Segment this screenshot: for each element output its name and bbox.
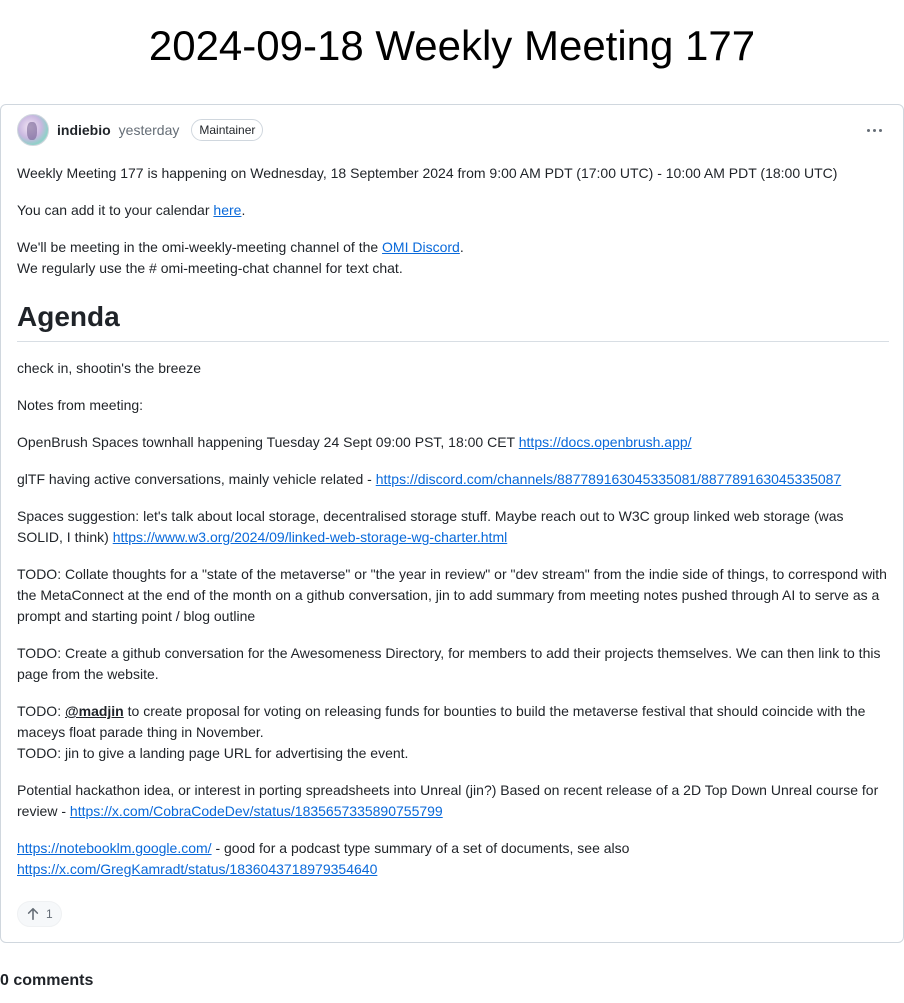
intro-text: Weekly Meeting 177 is happening on Wedne…: [17, 165, 838, 181]
author-name[interactable]: indiebio: [57, 122, 111, 138]
discord-link[interactable]: OMI Discord: [382, 239, 460, 255]
gltf-link[interactable]: https://discord.com/channels/88778916304…: [376, 471, 842, 487]
notebook-link[interactable]: https://notebooklm.google.com/: [17, 840, 212, 856]
todo-collate: TODO: Collate thoughts for a "state of t…: [17, 566, 887, 624]
discord-line: We'll be meeting in the omi-weekly-meeti…: [17, 239, 464, 276]
checkin-text: check in, shootin's the breeze: [17, 360, 202, 376]
notes-label: Notes from meeting:: [17, 397, 144, 413]
openbrush-link[interactable]: https://docs.openbrush.app/: [519, 434, 692, 450]
page-title: 2024-09-18 Weekly Meeting 177: [148, 22, 756, 69]
notebook-line: https://notebooklm.google.com/ - good fo…: [17, 840, 630, 877]
role-badge: Maintainer: [191, 119, 264, 141]
chat-text: We regularly use the # omi-meeting-chat …: [17, 260, 403, 276]
spaces-line: Spaces suggestion: let's talk about loca…: [17, 508, 844, 545]
hackathon-line: Potential hackathon idea, or interest in…: [17, 782, 879, 819]
openbrush-line: OpenBrush Spaces townhall happening Tues…: [17, 434, 692, 450]
comments-count: 0 comments: [0, 972, 94, 989]
upvote-button[interactable]: 1: [17, 901, 62, 927]
todo-directory: TODO: Create a github conversation for t…: [17, 645, 881, 682]
greg-link[interactable]: https://x.com/GregKamradt/status/1836043…: [17, 861, 377, 877]
post-header: indiebio yesterday Maintainer: [17, 113, 887, 147]
agenda-heading: Agenda: [17, 299, 889, 342]
spaces-link[interactable]: https://www.w3.org/2024/09/linked-web-st…: [113, 529, 508, 545]
calendar-link[interactable]: here: [213, 202, 241, 218]
post-body: Weekly Meeting 177 is happening on Wedne…: [17, 163, 889, 896]
avatar[interactable]: [17, 114, 49, 146]
arrow-up-icon: [26, 907, 40, 921]
mention-madjin[interactable]: @madjin: [65, 703, 124, 719]
gltf-line: glTF having active conversations, mainly…: [17, 471, 842, 487]
kebab-menu-icon[interactable]: [861, 117, 887, 143]
discussion-post: indiebio yesterday Maintainer Weekly Mee…: [0, 104, 904, 943]
post-time[interactable]: yesterday: [119, 122, 180, 138]
calendar-line: You can add it to your calendar here.: [17, 202, 246, 218]
upvote-count: 1: [46, 907, 53, 921]
hackathon-link[interactable]: https://x.com/CobraCodeDev/status/183565…: [70, 803, 443, 819]
todo-landing: TODO: jin to give a landing page URL for…: [17, 745, 409, 761]
todo-proposal: TODO: @madjin to create proposal for vot…: [17, 703, 866, 761]
